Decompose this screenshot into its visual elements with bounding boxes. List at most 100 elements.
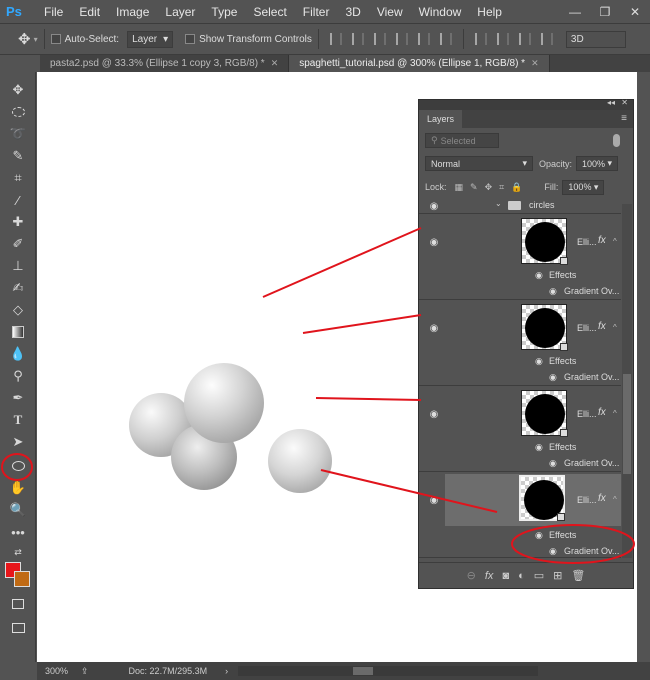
gradient-icon[interactable] xyxy=(8,322,28,342)
menu-3d[interactable]: 3D xyxy=(345,5,360,19)
more-icon[interactable]: ••• xyxy=(8,522,28,542)
tab-pasta2[interactable]: pasta2.psd @ 33.3% (Ellipse 1 copy 3, RG… xyxy=(40,55,290,72)
move-tool-icon[interactable]: ✥ xyxy=(18,30,31,48)
menu-layer[interactable]: Layer xyxy=(165,5,195,19)
group-row-circles[interactable]: ◉ ⌄ circles xyxy=(419,198,621,214)
hand-icon[interactable]: ✋ xyxy=(8,478,28,498)
menu-help[interactable]: Help xyxy=(477,5,502,19)
effects-eye-icon[interactable]: ◉ xyxy=(535,442,547,452)
zoom-icon[interactable]: 🔍 xyxy=(8,500,28,520)
lock-artboard-icon[interactable]: ⌗ xyxy=(499,182,504,193)
layer-row[interactable]: ◉ Elli... fx ^ ◉ Effects ◉ Gradient Ov..… xyxy=(419,214,621,300)
show-transform-checkbox[interactable] xyxy=(185,34,196,44)
swap-colors-icon[interactable]: ⇄ xyxy=(8,542,28,562)
tab-layers[interactable]: Layers xyxy=(419,110,463,128)
background-color-swatch[interactable] xyxy=(14,571,30,587)
history-brush-icon[interactable]: ✍ xyxy=(8,278,28,298)
ellipse-icon[interactable] xyxy=(8,456,28,476)
panel-menu-icon[interactable]: ≡ xyxy=(621,113,627,124)
align-left-icon[interactable] xyxy=(395,33,408,45)
filter-toggle[interactable] xyxy=(613,134,620,147)
zoom-level[interactable]: 300% xyxy=(37,666,77,676)
fx-icon[interactable]: fx xyxy=(598,235,606,246)
distribute-top-icon[interactable] xyxy=(474,33,487,45)
eraser-icon[interactable]: ◇ xyxy=(8,300,28,320)
marquee-icon[interactable] xyxy=(8,102,28,122)
align-hcenter-icon[interactable] xyxy=(417,33,430,45)
chevron-up-icon[interactable]: ^ xyxy=(613,237,617,246)
lock-transparent-icon[interactable]: ▦ xyxy=(455,182,464,193)
menu-image[interactable]: Image xyxy=(116,5,149,19)
screen-mode-icon[interactable] xyxy=(8,618,28,638)
tab-spaghetti-tutorial[interactable]: spaghetti_tutorial.psd @ 300% (Ellipse 1… xyxy=(289,55,550,72)
visibility-eye-icon[interactable]: ◉ xyxy=(427,323,441,334)
new-layer-icon[interactable]: ⊞ xyxy=(553,569,562,582)
menu-edit[interactable]: Edit xyxy=(79,5,100,19)
fx-icon[interactable]: fx xyxy=(598,493,606,504)
visibility-eye-icon[interactable]: ◉ xyxy=(427,409,441,420)
brush-icon[interactable]: ✐ xyxy=(8,234,28,254)
chevron-up-icon[interactable]: ^ xyxy=(613,495,617,504)
lock-all-icon[interactable]: 🔒 xyxy=(511,182,522,193)
align-right-icon[interactable] xyxy=(439,33,452,45)
effect-eye-icon[interactable]: ◉ xyxy=(549,458,561,468)
link-layers-icon[interactable]: ⊖ xyxy=(467,569,476,582)
delete-layer-icon[interactable]: 🗑 xyxy=(571,569,585,582)
chevron-up-icon[interactable]: ^ xyxy=(613,323,617,332)
lock-pixels-icon[interactable]: ✎ xyxy=(470,182,478,193)
sphere-right[interactable] xyxy=(268,429,332,493)
status-menu-icon[interactable]: › xyxy=(225,666,228,676)
auto-select-dropdown[interactable]: Layer ▾ xyxy=(127,30,174,48)
quick-select-icon[interactable]: ✎ xyxy=(8,146,28,166)
close-panel-icon[interactable]: ✕ xyxy=(621,98,628,107)
3d-mode-field[interactable]: 3D xyxy=(565,30,626,48)
effect-eye-icon[interactable]: ◉ xyxy=(549,372,561,382)
layer-row[interactable]: ◉ Elli... fx ^ ◉ Effects ◉ Gradient Ov..… xyxy=(419,300,621,386)
opacity-field[interactable]: 100% ▾ xyxy=(576,156,619,171)
menu-select[interactable]: Select xyxy=(253,5,286,19)
layer-row-selected[interactable]: ◉ Elli... fx ^ ◉ Effects ◉ Gradient Ov..… xyxy=(419,472,621,558)
fill-field[interactable]: 100% ▾ xyxy=(562,179,605,195)
filter-select[interactable]: ⚲ Selected xyxy=(425,133,499,148)
adjustment-layer-icon[interactable]: ◐ xyxy=(518,570,525,582)
layers-scrollbar[interactable] xyxy=(622,204,632,558)
close-window-button[interactable]: ✕ xyxy=(620,0,650,23)
horizontal-scrollbar[interactable] xyxy=(238,666,539,676)
dodge-icon[interactable]: ⚲ xyxy=(8,366,28,386)
distribute-bottom-icon[interactable] xyxy=(518,33,531,45)
add-style-icon[interactable]: fx xyxy=(485,570,494,582)
effects-eye-icon[interactable]: ◉ xyxy=(535,530,547,540)
tool-preset-chevron-icon[interactable]: ▾ xyxy=(34,35,38,44)
scrollbar-thumb[interactable] xyxy=(353,667,374,675)
effect-eye-icon[interactable]: ◉ xyxy=(549,546,561,556)
maximize-button[interactable]: ❐ xyxy=(590,0,620,23)
distribute-left-icon[interactable] xyxy=(540,33,553,45)
align-bottom-icon[interactable] xyxy=(373,33,386,45)
collapse-panel-icon[interactable]: ◂◂ xyxy=(607,98,615,107)
align-top-icon[interactable] xyxy=(329,33,342,45)
healing-icon[interactable]: ✚ xyxy=(8,212,28,232)
effects-eye-icon[interactable]: ◉ xyxy=(535,356,547,366)
auto-select-checkbox[interactable] xyxy=(50,34,61,44)
menu-window[interactable]: Window xyxy=(419,5,462,19)
visibility-eye-icon[interactable]: ◉ xyxy=(427,237,441,248)
menu-file[interactable]: File xyxy=(44,5,63,19)
visibility-eye-icon[interactable]: ◉ xyxy=(427,201,441,212)
chevron-up-icon[interactable]: ^ xyxy=(613,409,617,418)
effect-eye-icon[interactable]: ◉ xyxy=(549,286,561,296)
menu-filter[interactable]: Filter xyxy=(303,5,330,19)
quick-mask-icon[interactable] xyxy=(8,594,28,614)
lasso-icon[interactable]: ➰ xyxy=(8,124,28,144)
new-group-icon[interactable]: ▭ xyxy=(534,569,544,582)
lock-position-icon[interactable]: ✥ xyxy=(485,182,493,193)
path-select-icon[interactable]: ➤ xyxy=(8,432,28,452)
fx-icon[interactable]: fx xyxy=(598,407,606,418)
distribute-vcenter-icon[interactable] xyxy=(496,33,509,45)
blur-icon[interactable]: 💧 xyxy=(8,344,28,364)
effects-eye-icon[interactable]: ◉ xyxy=(535,270,547,280)
type-icon[interactable]: T xyxy=(8,410,28,430)
menu-type[interactable]: Type xyxy=(211,5,237,19)
layer-row[interactable]: ◉ Elli... fx ^ ◉ Effects ◉ Gradient Ov..… xyxy=(419,386,621,472)
add-mask-icon[interactable]: ◙ xyxy=(502,570,509,582)
pen-icon[interactable]: ✒ xyxy=(8,388,28,408)
